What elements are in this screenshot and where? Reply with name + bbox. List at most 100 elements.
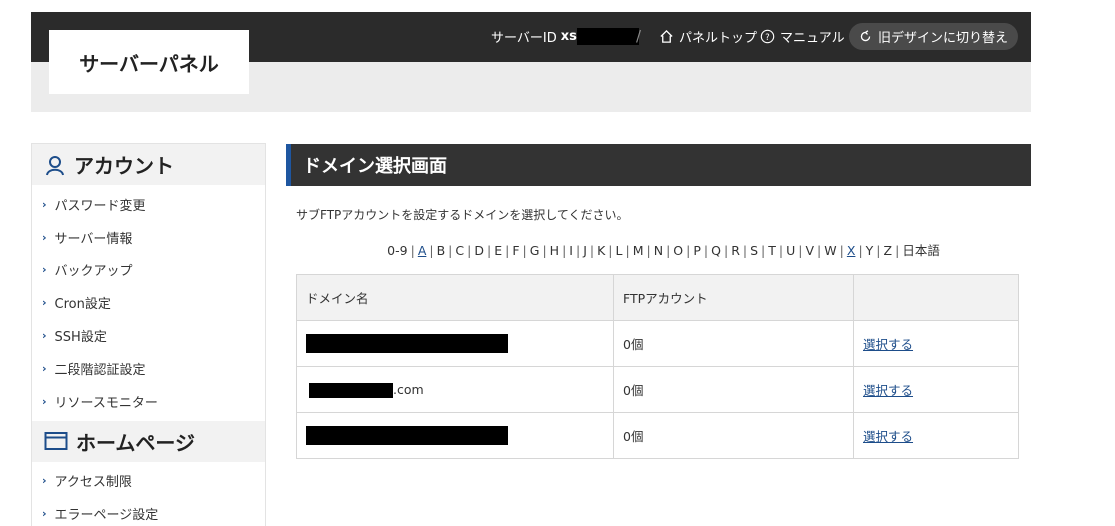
browser-window-icon [44,432,68,451]
table-row: .com 0個 選択する [296,366,1019,413]
select-domain-link[interactable]: 選択する [863,337,913,352]
select-domain-link[interactable]: 選択する [863,429,913,444]
alpha-index-E: E [494,243,503,258]
refresh-icon [860,30,871,42]
redacted-domain [306,334,508,353]
index-separator: | [895,243,900,258]
chevron-right-icon: › [42,394,47,408]
sidebar-homepage-list: › アクセス制限 › エラーページ設定 [32,462,265,526]
index-separator: | [703,243,709,258]
sidebar-section-title: アカウント [74,154,174,178]
chevron-right-icon: › [42,507,47,521]
sidebar-item-server-info[interactable]: › サーバー情報 [32,221,265,254]
domain-cell [296,412,614,459]
domain-cell [296,320,614,367]
index-separator: | [625,243,630,258]
alpha-index-T: T [768,243,776,258]
sidebar-item-access-restriction[interactable]: › アクセス制限 [32,465,265,498]
sidebar-item-backup[interactable]: › バックアップ [32,254,265,287]
redacted-domain [309,382,393,398]
index-separator: | [410,243,415,258]
domain-cell: .com [296,366,614,413]
ftp-count-cell: 0個 [613,320,854,367]
index-separator: | [858,243,863,258]
sidebar-item-label: エラーページ設定 [54,508,159,524]
server-panel-logo: サーバーパネル [49,30,249,94]
index-separator: | [542,243,547,258]
alpha-index-I: I [569,243,573,258]
table-row: 0個 選択する [296,320,1019,367]
column-header-action [853,274,1019,321]
sidebar-item-label: Cron設定 [54,297,111,313]
sidebar-item-label: SSH設定 [54,330,107,346]
alpha-index-R: R [731,243,740,258]
sidebar-item-resource-monitor[interactable]: › リソースモニター [32,385,265,418]
index-separator: | [486,243,492,258]
sidebar-item-label: アクセス制限 [54,475,132,491]
index-separator: | [778,243,784,258]
action-cell: 選択する [853,366,1019,413]
alpha-index-W: W [824,243,837,258]
alpha-index-H: H [549,243,560,258]
column-header-ftp: FTPアカウント [613,274,854,321]
sidebar-item-cron[interactable]: › Cron設定 [32,286,265,319]
index-separator: | [723,243,729,258]
alpha-index-M: M [632,243,644,258]
domain-table: ドメイン名 FTPアカウント 0個 選択する .com 0個 選択する 0個 選… [296,274,1019,459]
alpha-link-A[interactable]: A [418,243,427,258]
sidebar-item-password[interactable]: › パスワード変更 [32,188,265,221]
index-separator: | [522,243,527,258]
sidebar-section-title: ホームページ [76,430,195,455]
ftp-count-cell: 0個 [613,366,854,413]
alpha-index-B: B [436,243,446,258]
chevron-right-icon: › [42,230,47,244]
alpha-index-Z: Z [883,243,893,258]
alpha-link-X[interactable]: X [847,243,856,258]
alpha-index-日本語: 日本語 [902,243,940,258]
chevron-right-icon: › [42,197,47,211]
home-icon [660,29,673,43]
sidebar-item-two-factor[interactable]: › 二段階認証設定 [32,352,265,385]
index-separator: | [562,243,567,258]
index-separator: | [589,243,595,258]
sidebar-item-ssh[interactable]: › SSH設定 [32,319,265,352]
server-id-label: サーバーID [491,30,557,46]
ftp-count-cell: 0個 [613,412,854,459]
alpha-index-Y: Y [865,243,874,258]
nav-separator: / [636,27,642,45]
alpha-index-G: G [529,243,540,258]
select-domain-link[interactable]: 選択する [863,383,913,398]
chevron-right-icon: › [42,263,47,277]
alpha-index-V: V [805,243,815,258]
index-separator: | [429,243,434,258]
alpha-index-A[interactable]: A [418,243,427,258]
index-separator: | [686,243,691,258]
domain-suffix: .com [393,381,424,397]
alpha-index-0-9: 0-9 [387,243,408,258]
index-separator: | [467,243,472,258]
user-icon [46,155,64,175]
panel-top-link[interactable]: パネルトップ [659,22,757,50]
index-separator: | [646,243,651,258]
alpha-index-O: O [673,243,684,258]
index-separator: | [505,243,510,258]
server-id: サーバーID xs [491,22,639,50]
alpha-index-P: P [693,243,701,258]
chevron-right-icon: › [42,361,47,375]
old-design-switch-button[interactable]: 旧デザインに切り替え [849,23,1018,50]
chevron-right-icon: › [42,329,47,343]
alpha-index-F: F [512,243,520,258]
index-separator: | [742,243,748,258]
column-header-domain: ドメイン名 [296,274,614,321]
manual-link[interactable]: ? マニュアル [760,22,845,50]
action-cell: 選択する [853,320,1019,367]
index-separator: | [817,243,822,258]
alpha-index-X[interactable]: X [847,243,856,258]
table-row: 0個 選択する [296,412,1019,459]
alpha-index-U: U [786,243,796,258]
manual-label: マニュアル [780,30,845,46]
sidebar-section-account: アカウント [32,144,265,185]
chevron-right-icon: › [42,474,47,488]
sidebar-item-error-page[interactable]: › エラーページ設定 [32,497,265,526]
sidebar-item-label: バックアップ [54,264,133,280]
